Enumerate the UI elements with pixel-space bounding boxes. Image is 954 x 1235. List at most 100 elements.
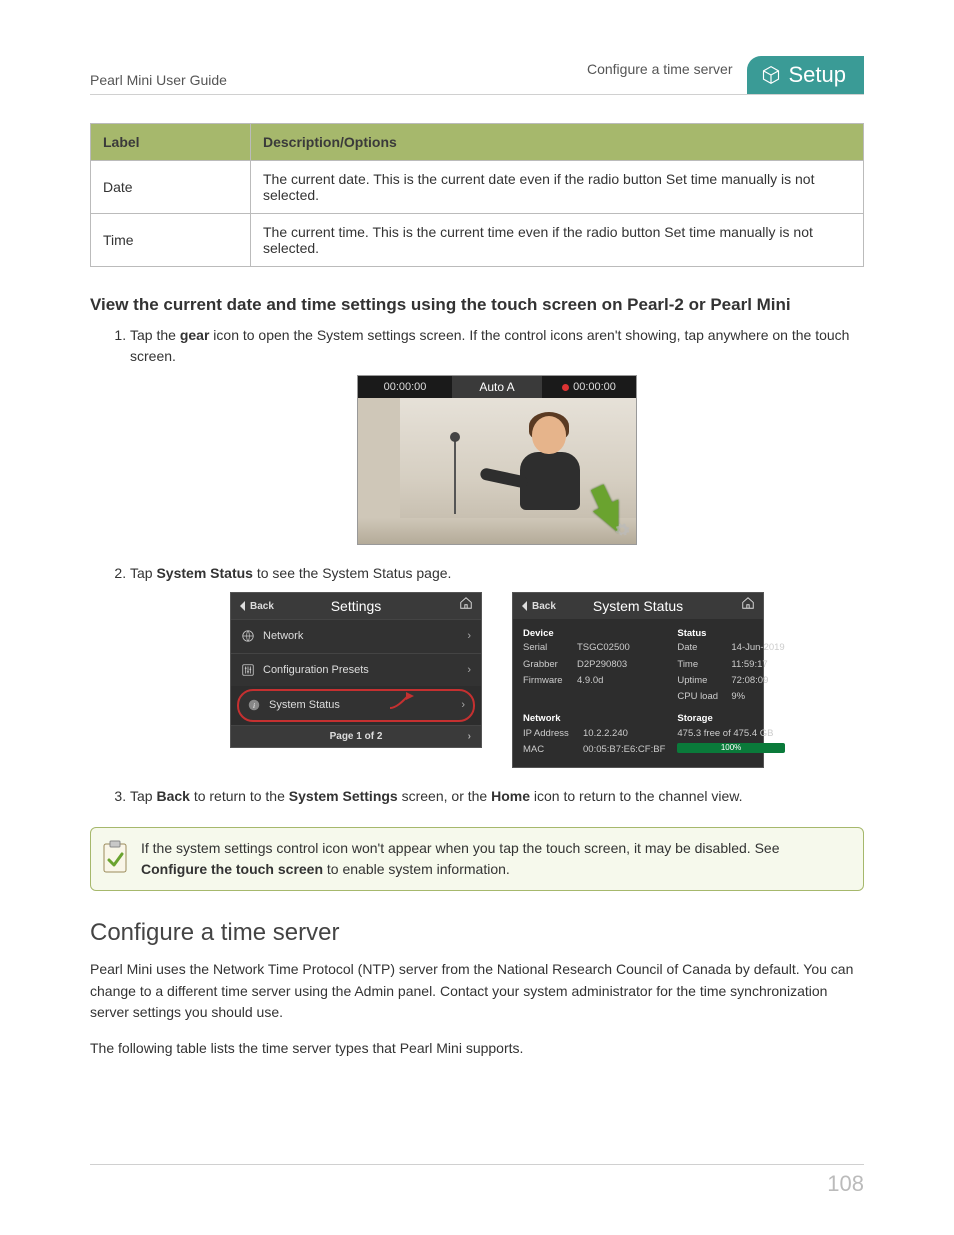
cube-icon	[761, 65, 781, 85]
page-topic: Configure a time server	[587, 61, 733, 77]
kv-key: Time	[677, 658, 725, 672]
kv-value: 11:59:17	[731, 658, 784, 672]
table-row: Date The current date. This is the curre…	[91, 161, 864, 214]
chevron-left-icon	[521, 601, 529, 611]
home-button[interactable]	[459, 596, 473, 616]
kv-value: TSGC02500	[577, 641, 665, 655]
chevron-right-icon: ›	[468, 729, 471, 744]
settings-item-network[interactable]: Network ›	[231, 619, 481, 653]
section-title: Status	[677, 627, 784, 641]
page-number: 108	[827, 1171, 864, 1196]
kv-key: CPU load	[677, 690, 725, 704]
home-icon	[741, 596, 755, 610]
back-button[interactable]: Back	[521, 599, 556, 614]
settings-item-system-status[interactable]: i System Status ›	[237, 689, 475, 722]
note-line: to enable system information.	[323, 861, 510, 877]
system-status-panel: Back System Status Device SerialTSGC0250…	[512, 592, 764, 768]
step-bold: System Status	[156, 565, 252, 581]
chevron-left-icon	[239, 601, 247, 611]
note-line: If the system settings control icon won'…	[141, 840, 779, 856]
menu-item-label: Configuration Presets	[263, 662, 369, 679]
home-button[interactable]	[741, 596, 755, 616]
touchscreen-status-bar: 00:00:00 Auto A 00:00:00	[358, 376, 636, 398]
storage-free-text: 475.3 free of 475.4 GB	[677, 727, 784, 741]
table-header-label: Label	[91, 124, 251, 161]
section-tab-label: Setup	[789, 62, 847, 88]
back-button[interactable]: Back	[239, 599, 274, 614]
pager-label: Page 1 of 2	[330, 729, 383, 744]
step-text: screen, or the	[398, 788, 491, 804]
kv-key: Uptime	[677, 674, 725, 688]
status-section-device: Device SerialTSGC02500 GrabberD2P290803 …	[523, 625, 665, 704]
kv-list: IP Address10.2.2.240 MAC00:05:B7:E6:CF:B…	[523, 727, 665, 758]
kv-key: Firmware	[523, 674, 571, 688]
step-bold: Back	[156, 788, 189, 804]
steps-list: Tap the gear icon to open the System set…	[90, 325, 864, 807]
kv-list: SerialTSGC02500 GrabberD2P290803 Firmwar…	[523, 641, 665, 688]
settings-pager[interactable]: Page 1 of 2 ›	[231, 725, 481, 747]
kv-value: 4.9.0d	[577, 674, 665, 688]
touchscreen-time-right: 00:00:00	[542, 379, 636, 396]
menu-item-label: Network	[263, 628, 303, 645]
kv-value: D2P290803	[577, 658, 665, 672]
scene-presenter	[506, 412, 596, 522]
touchscreen-video-area	[358, 398, 636, 544]
body-paragraph: The following table lists the time serve…	[90, 1038, 864, 1060]
table-row: Time The current time. This is the curre…	[91, 214, 864, 267]
step-text: to return to the	[190, 788, 289, 804]
record-dot-icon	[562, 384, 569, 391]
note-text: If the system settings control icon won'…	[141, 838, 849, 880]
chevron-right-icon: ›	[467, 662, 471, 679]
touchscreen-preview: 00:00:00 Auto A 00:00:00	[357, 375, 637, 545]
status-title-bar: Back System Status	[513, 593, 763, 619]
settings-item-config-presets[interactable]: Configuration Presets ›	[231, 653, 481, 687]
panels-row: Back Settings Network › Conf	[130, 592, 864, 768]
table-cell-label: Date	[91, 161, 251, 214]
step-text: icon to open the System settings screen.…	[130, 327, 849, 364]
step-2: Tap System Status to see the System Stat…	[130, 563, 864, 768]
status-section-network: Network IP Address10.2.2.240 MAC00:05:B7…	[523, 710, 665, 757]
step-text: icon to return to the channel view.	[530, 788, 742, 804]
step-3: Tap Back to return to the System Setting…	[130, 786, 864, 807]
section-tab: Setup	[747, 56, 865, 94]
back-label: Back	[532, 599, 556, 614]
sliders-icon	[241, 663, 255, 677]
kv-list: Date14-Jun-2019 Time11:59:17 Uptime72:08…	[677, 641, 784, 704]
kv-key: MAC	[523, 743, 577, 757]
step-bold: System Settings	[289, 788, 398, 804]
section-heading-configure-time-server: Configure a time server	[90, 919, 864, 947]
chevron-right-icon: ›	[467, 628, 471, 645]
status-body: Device SerialTSGC02500 GrabberD2P290803 …	[513, 619, 763, 767]
step-text: to see the System Status page.	[253, 565, 451, 581]
note-box: If the system settings control icon won'…	[90, 827, 864, 891]
home-icon	[459, 596, 473, 610]
header-right: Configure a time server Setup	[587, 50, 864, 88]
back-label: Back	[250, 599, 274, 614]
body-paragraph: Pearl Mini uses the Network Time Protoco…	[90, 959, 864, 1024]
touchscreen-channel-label: Auto A	[452, 376, 542, 398]
section-heading-view-date-time: View the current date and time settings …	[90, 295, 864, 315]
table-cell-desc: The current date. This is the current da…	[251, 161, 864, 214]
kv-key: IP Address	[523, 727, 577, 741]
section-title: Device	[523, 627, 665, 641]
clipboard-check-icon	[101, 840, 129, 874]
section-title: Network	[523, 712, 665, 726]
kv-value: 14-Jun-2019	[731, 641, 784, 655]
page-footer: 108	[90, 1164, 864, 1197]
kv-value: 10.2.2.240	[583, 727, 665, 741]
page-header: Pearl Mini User Guide Configure a time s…	[90, 50, 864, 95]
touchscreen-time-left: 00:00:00	[358, 379, 452, 396]
step-text: Tap	[130, 565, 156, 581]
step-text: Tap	[130, 788, 156, 804]
kv-value: 9%	[731, 690, 784, 704]
status-section-status: Status Date14-Jun-2019 Time11:59:17 Upti…	[677, 625, 784, 704]
svg-text:i: i	[253, 701, 255, 710]
scene-desk	[358, 518, 636, 544]
step-bold: Home	[491, 788, 530, 804]
note-bold: Configure the touch screen	[141, 861, 323, 877]
kv-key: Grabber	[523, 658, 571, 672]
step-bold: gear	[180, 327, 210, 343]
status-section-storage: Storage 475.3 free of 475.4 GB 100%	[677, 710, 784, 757]
info-icon: i	[247, 698, 261, 712]
kv-value: 72:08:09	[731, 674, 784, 688]
